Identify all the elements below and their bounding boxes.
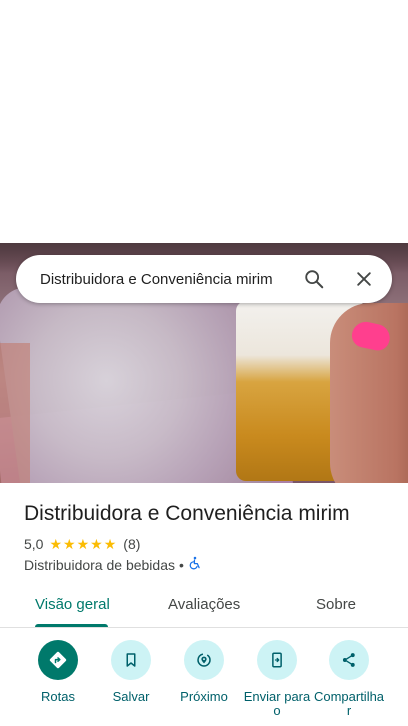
save-label: Salvar	[112, 689, 150, 704]
nearby-label: Próximo	[180, 689, 228, 704]
bookmark-icon	[111, 640, 151, 680]
separator: •	[178, 556, 184, 573]
rating-value: 5,0	[24, 536, 44, 552]
tab-about[interactable]: Sobre	[316, 596, 356, 613]
star-icon: ★	[76, 536, 90, 552]
close-icon[interactable]	[344, 259, 384, 299]
review-count[interactable]: (8)	[123, 536, 140, 552]
tab-reviews[interactable]: Avaliações	[168, 596, 240, 613]
rating-row[interactable]: 5,0 ★ ★ ★ ★ ★ (8)	[24, 536, 140, 552]
send-to-phone-icon	[257, 640, 297, 680]
map-area	[0, 0, 408, 243]
nearby-button[interactable]: Próximo	[169, 640, 239, 704]
send-to-phone-button[interactable]: Enviar para o	[242, 640, 312, 718]
search-bar[interactable]: Distribuidora e Conveniência mirim	[16, 255, 392, 303]
place-category: Distribuidora de bebidas	[24, 556, 175, 573]
send-to-phone-label: Enviar para o	[243, 689, 311, 718]
share-icon	[329, 640, 369, 680]
rating-stars: ★ ★ ★ ★ ★	[49, 536, 117, 552]
action-bar: Rotas Salvar Próximo Enviar para o Compa…	[0, 640, 408, 726]
star-icon: ★	[103, 536, 117, 552]
tab-overview[interactable]: Visão geral	[35, 596, 110, 613]
search-input[interactable]: Distribuidora e Conveniência mirim	[40, 271, 294, 288]
category-row: Distribuidora de bebidas •	[24, 556, 202, 573]
active-tab-indicator	[35, 624, 108, 627]
share-button[interactable]: Compartilhar	[314, 640, 384, 718]
place-title: Distribuidora e Conveniência mirim	[24, 502, 350, 525]
star-icon: ★	[49, 536, 63, 552]
directions-icon	[38, 640, 78, 680]
tab-bar: Visão geral Avaliações Sobre	[0, 582, 408, 628]
directions-label: Rotas	[41, 689, 75, 704]
share-label: Compartilhar	[313, 689, 385, 718]
search-icon[interactable]	[294, 259, 334, 299]
star-icon: ★	[63, 536, 76, 552]
directions-button[interactable]: Rotas	[23, 640, 93, 704]
nearby-icon	[184, 640, 224, 680]
star-icon: ★	[90, 536, 103, 552]
save-button[interactable]: Salvar	[96, 640, 166, 704]
wheelchair-icon	[188, 556, 202, 573]
